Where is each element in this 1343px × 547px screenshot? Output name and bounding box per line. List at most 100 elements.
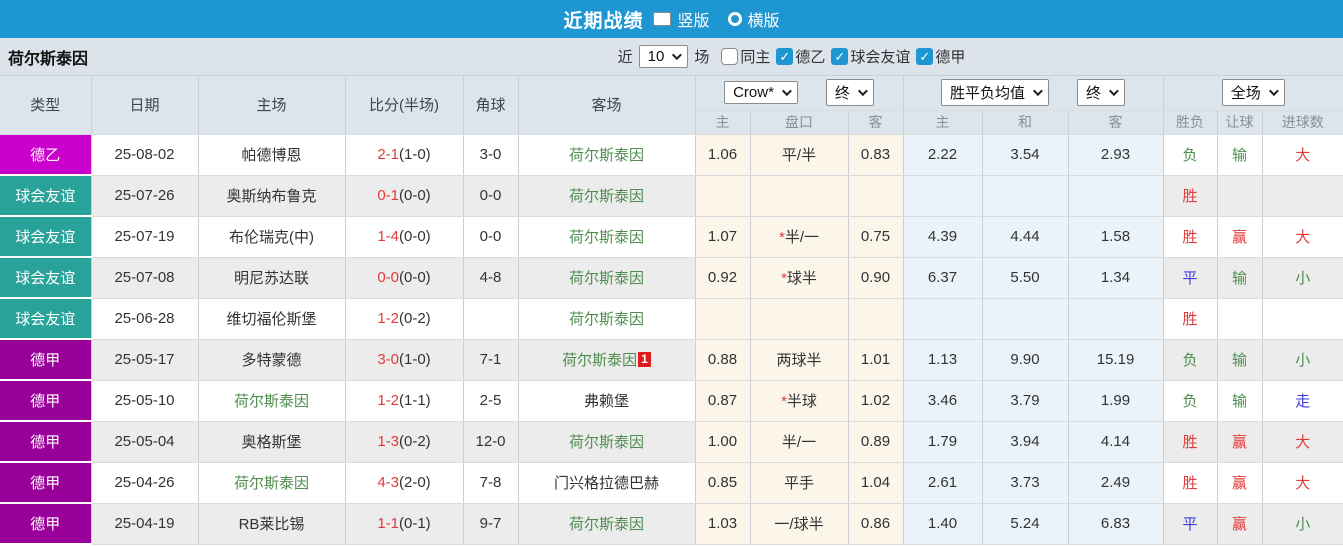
avg-draw-cell: 3.54 (982, 134, 1069, 176)
table-row: 球会友谊 25-07-26 奥斯纳布鲁克 0-1(0-0) 0-0 荷尔斯泰因 … (0, 175, 1343, 217)
away-team-name[interactable]: 荷尔斯泰因 (569, 311, 644, 328)
avg-home-cell: 6.37 (903, 257, 983, 299)
fulltime-score: 1-4 (377, 228, 399, 245)
same-home-option: 同主 (721, 46, 770, 67)
radio-horizontal[interactable]: 横版 (727, 7, 780, 31)
odds-home-value: 1.03 (707, 515, 738, 532)
away-team-name[interactable]: 门兴格拉德巴赫 (554, 475, 659, 492)
match-date: 25-06-28 (114, 310, 175, 327)
date-cell: 25-06-28 (91, 298, 199, 340)
avg-final-select[interactable]: 终 (1077, 79, 1126, 107)
avg-select[interactable]: 胜平负均值 (941, 79, 1050, 107)
de2-checkbox[interactable] (776, 48, 794, 65)
match-date: 25-07-08 (114, 269, 175, 286)
odds-away-cell: 0.83 (848, 134, 904, 176)
matches-label: 场 (694, 49, 710, 66)
away-team-name[interactable]: 荷尔斯泰因 (562, 352, 637, 369)
home-team-name[interactable]: 奥斯纳布鲁克 (226, 188, 316, 205)
result-value: 胜 (1182, 188, 1198, 205)
handicap-result-value: 输 (1232, 352, 1248, 369)
odds-company-select[interactable]: Crow* (724, 81, 798, 105)
home-team-name[interactable]: 明尼苏达联 (234, 270, 309, 287)
odds-home-value: 0.85 (707, 474, 738, 491)
odds-handicap-cell: *球半 (750, 257, 849, 299)
corner-cell: 0-0 (463, 216, 519, 258)
odds-home-cell: 1.03 (695, 503, 751, 545)
goals-result-value: 小 (1295, 516, 1311, 533)
odds-final-select[interactable]: 终 (825, 79, 874, 107)
recent-count-select[interactable]: 10 (638, 45, 689, 68)
goals-cell: 小 (1262, 503, 1343, 545)
odds-away-cell: 1.02 (848, 380, 904, 422)
de2-label: 德乙 (795, 49, 826, 66)
handicap-result-cell: 输 (1217, 134, 1263, 176)
home-team-name[interactable]: 奥格斯堡 (241, 434, 301, 451)
same-home-checkbox[interactable] (721, 48, 739, 65)
de1-checkbox[interactable] (916, 48, 934, 65)
radio-vertical[interactable]: 竖版 (653, 7, 710, 31)
table-row: 球会友谊 25-06-28 维切福伦斯堡 1-2(0-2) 荷尔斯泰因 胜 (0, 298, 1343, 340)
result-value: 胜 (1182, 475, 1198, 492)
avg-draw-cell: 3.94 (982, 421, 1069, 463)
away-team-name[interactable]: 弗赖堡 (584, 393, 629, 410)
odds-away-value: 0.86 (860, 515, 891, 532)
goals-cell: 大 (1262, 134, 1343, 176)
league-cell: 德甲 (0, 380, 92, 422)
home-cell: 荷尔斯泰因 (198, 462, 346, 504)
halftime-score: (0-1) (399, 515, 431, 532)
league-label: 德甲 (30, 393, 61, 410)
result-cell: 平 (1163, 257, 1218, 299)
radio-selected-icon[interactable] (653, 12, 672, 26)
corner-cell: 3-0 (463, 134, 519, 176)
odds-select-group: Crow* 终 (695, 76, 904, 111)
filter-controls: 近 10 场 同主 德乙 球会友谊 德甲 (618, 45, 966, 68)
league-label: 球会友谊 (15, 311, 76, 328)
home-team-name[interactable]: 布伦瑞克(中) (229, 229, 314, 246)
away-team-name[interactable]: 荷尔斯泰因 (569, 516, 644, 533)
score-cell: 1-1(0-1) (345, 503, 464, 545)
league-cell: 球会友谊 (0, 175, 92, 217)
away-cell: 荷尔斯泰因 1 (518, 339, 696, 381)
home-team-name[interactable]: 荷尔斯泰因 (234, 393, 309, 410)
away-team-name[interactable]: 荷尔斯泰因 (569, 434, 644, 451)
match-date: 25-05-10 (114, 392, 175, 409)
friendly-checkbox[interactable] (831, 48, 849, 65)
avg-away-value: 1.34 (1100, 269, 1131, 286)
odds-home-cell: 1.00 (695, 421, 751, 463)
table-row: 德甲 25-05-10 荷尔斯泰因 1-2(1-1) 2-5 弗赖堡 0.87 … (0, 380, 1343, 422)
result-cell: 胜 (1163, 421, 1218, 463)
home-team-name[interactable]: 荷尔斯泰因 (234, 475, 309, 492)
odds-away-cell: 0.75 (848, 216, 904, 258)
de1-label: 德甲 (935, 49, 966, 66)
away-team-name[interactable]: 荷尔斯泰因 (569, 229, 644, 246)
avg-value: 胜平负均值 (950, 85, 1026, 103)
corner-score: 4-8 (479, 269, 502, 286)
date-cell: 25-04-19 (91, 503, 199, 545)
radio-unselected-icon[interactable] (727, 12, 742, 26)
handicap-result-value: 输 (1232, 393, 1248, 410)
avg-draw-cell (982, 175, 1069, 217)
home-team-name[interactable]: 帕德博恩 (241, 147, 301, 164)
avg-draw-cell: 3.73 (982, 462, 1069, 504)
odds-home-value: 1.06 (707, 146, 738, 163)
home-team-name[interactable]: 维切福伦斯堡 (226, 311, 316, 328)
goals-cell: 大 (1262, 216, 1343, 258)
fulltime-select[interactable]: 全场 (1221, 79, 1285, 107)
handicap-result-value: 输 (1232, 147, 1248, 164)
away-team-name[interactable]: 荷尔斯泰因 (569, 270, 644, 287)
home-team-name[interactable]: 多特蒙德 (241, 352, 301, 369)
avg-home-value: 6.37 (927, 269, 958, 286)
handicap-result-value: 赢 (1232, 475, 1248, 492)
result-cell: 负 (1163, 380, 1218, 422)
away-team-name[interactable]: 荷尔斯泰因 (569, 188, 644, 205)
avg-home-value: 1.79 (927, 433, 958, 450)
odds-company-value: Crow* (733, 84, 774, 102)
away-team-name[interactable]: 荷尔斯泰因 (569, 147, 644, 164)
odds-home-cell (695, 175, 751, 217)
corner-cell (463, 298, 519, 340)
fulltime-score: 1-2 (377, 392, 399, 409)
home-team-name[interactable]: RB莱比锡 (239, 516, 305, 533)
odds-away-cell: 1.04 (848, 462, 904, 504)
odds-away-cell (848, 175, 904, 217)
halftime-score: (0-0) (399, 187, 431, 204)
